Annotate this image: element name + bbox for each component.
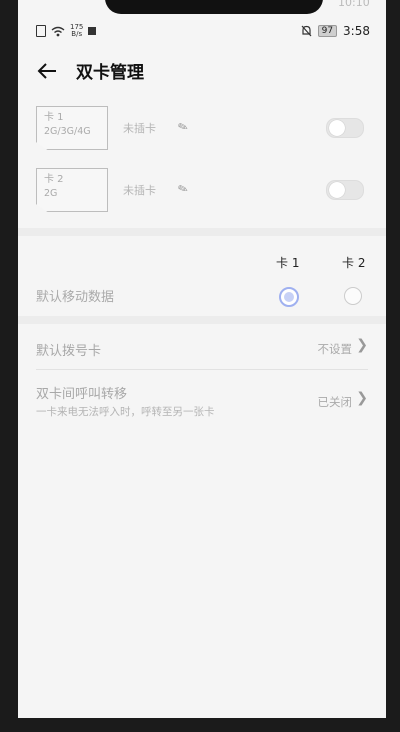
status-bar: 175 B/s 97 3:58	[18, 24, 386, 42]
call-forward-row[interactable]: 双卡间呼叫转移 一卡来电无法呼入时，呼转至另一张卡 已关闭 ❯	[18, 380, 386, 424]
column-card-2: 卡 2	[342, 256, 366, 270]
sim-card-icon: 卡 1 2G/3G/4G	[36, 106, 108, 150]
phone-screen: 10:10 175 B/s 97 3:58 双卡管理 卡 1 2G/3G/4G …	[18, 0, 386, 718]
sim-status-icon	[36, 25, 46, 37]
chevron-right-icon: ❯	[356, 390, 368, 406]
chevron-right-icon: ❯	[356, 337, 368, 353]
default-data-label: 默认移动数据	[36, 290, 115, 305]
page-title: 双卡管理	[76, 63, 144, 83]
default-data-row: 默认移动数据	[18, 280, 386, 310]
default-dial-label: 默认拨号卡	[36, 344, 102, 359]
notification-icon	[88, 27, 97, 35]
status-time: 3:58	[343, 24, 370, 38]
call-forward-value: 已关闭	[317, 395, 353, 409]
radio-card-1[interactable]	[279, 287, 299, 307]
sim-status: 未插卡	[123, 122, 156, 135]
sim-row-2: 卡 2 2G 未插卡 ✎	[18, 168, 386, 216]
call-forward-description: 一卡来电无法呼入时，呼转至另一张卡	[36, 406, 215, 418]
column-card-1: 卡 1	[276, 256, 300, 270]
radio-card-2[interactable]	[344, 287, 362, 305]
sim-types: 2G	[44, 188, 58, 199]
sim-types: 2G/3G/4G	[44, 126, 91, 137]
pencil-icon[interactable]: ✎	[176, 181, 190, 198]
row-separator	[36, 369, 368, 370]
sim-label: 卡 2	[44, 174, 64, 185]
bell-off-icon	[301, 25, 312, 37]
sim-label: 卡 1	[44, 112, 64, 123]
top-clock: 10:10	[338, 0, 370, 9]
app-header: 双卡管理	[18, 56, 386, 86]
sim-1-toggle[interactable]	[326, 118, 364, 138]
pencil-icon[interactable]: ✎	[176, 119, 190, 136]
default-dial-row[interactable]: 默认拨号卡 不设置 ❯	[18, 334, 386, 364]
camera-notch	[105, 0, 323, 14]
arrow-left-icon[interactable]	[36, 60, 58, 82]
sim-2-toggle[interactable]	[326, 180, 364, 200]
sim-status: 未插卡	[123, 184, 156, 197]
default-dial-value: 不设置	[317, 342, 353, 356]
sim-card-icon: 卡 2 2G	[36, 168, 108, 212]
section-divider	[18, 228, 386, 236]
call-forward-label: 双卡间呼叫转移	[36, 387, 128, 402]
net-speed: 175 B/s	[70, 23, 84, 38]
toggle-knob	[329, 120, 345, 136]
section-divider	[18, 316, 386, 324]
wifi-icon	[51, 26, 65, 36]
battery-indicator: 97	[317, 25, 338, 37]
toggle-knob	[329, 182, 345, 198]
card-column-headers: 卡 1 卡 2	[18, 254, 386, 274]
sim-row-1: 卡 1 2G/3G/4G 未插卡 ✎	[18, 106, 386, 154]
